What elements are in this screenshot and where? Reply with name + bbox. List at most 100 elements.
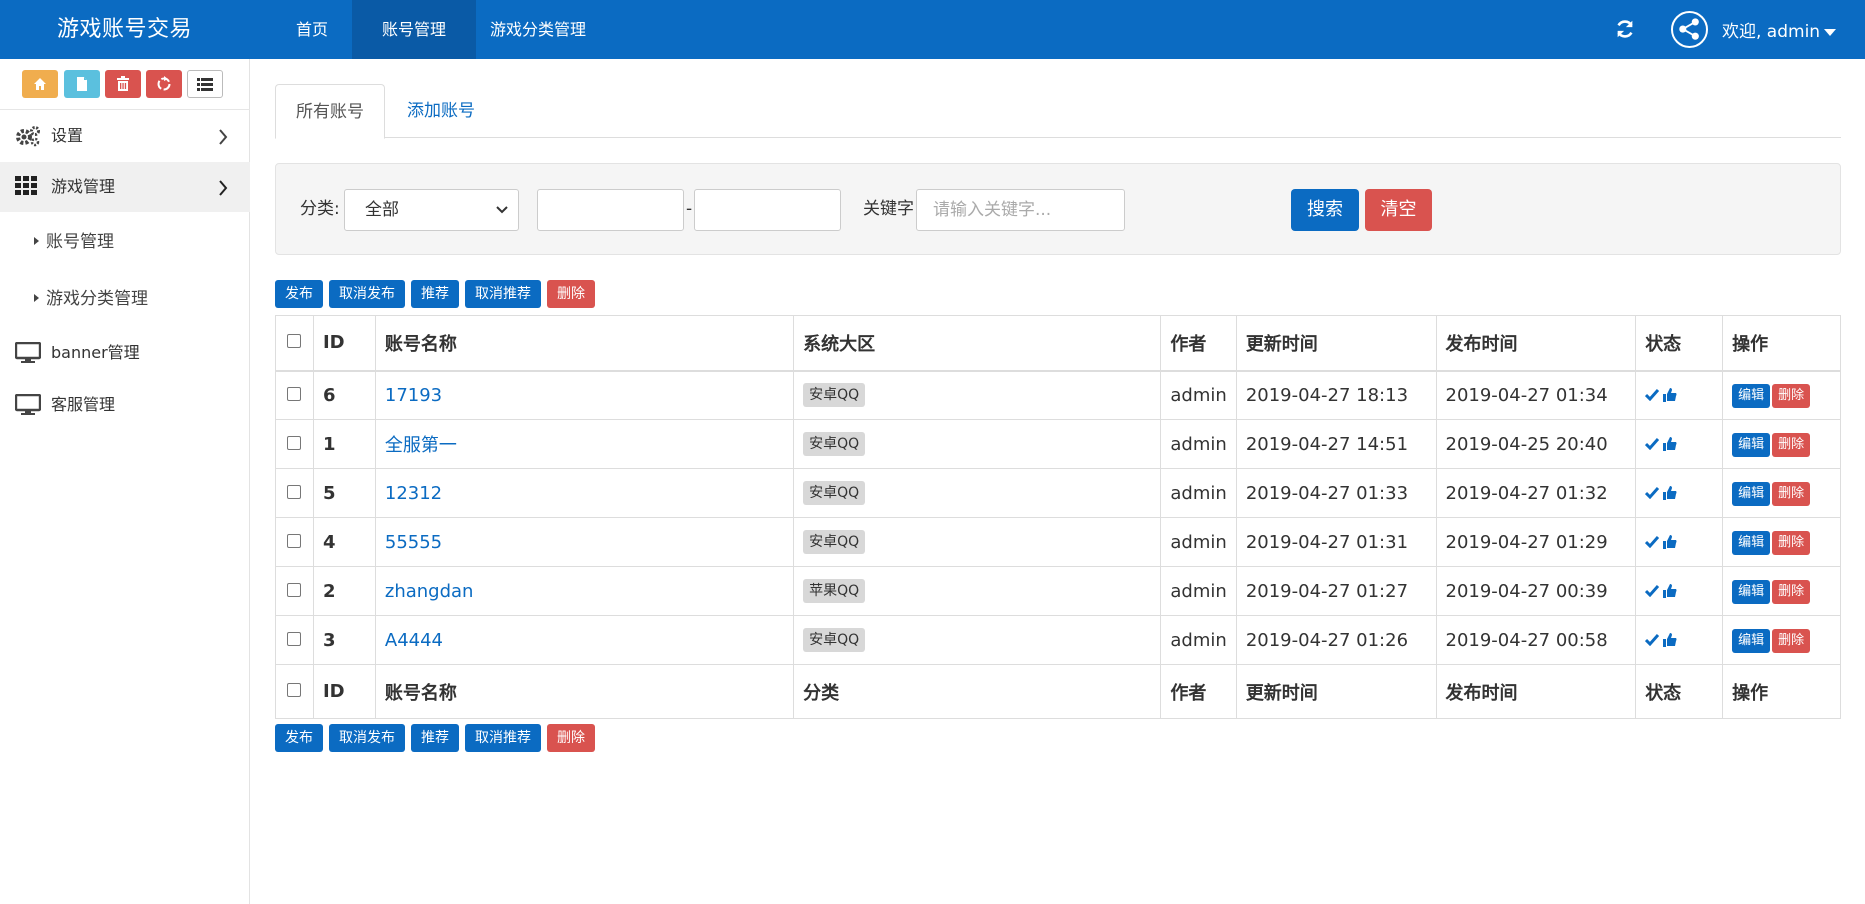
- nav-account-management[interactable]: 账号管理: [352, 0, 477, 59]
- cell-author: admin: [1160, 517, 1237, 567]
- footer-status: 状态: [1635, 664, 1724, 719]
- delete-button[interactable]: 删除: [1772, 383, 1811, 408]
- edit-button[interactable]: 编辑: [1732, 579, 1771, 604]
- row-checkbox[interactable]: [287, 533, 302, 548]
- quick-trash-button[interactable]: [105, 70, 141, 98]
- sidebar-subitem-game-category-management[interactable]: 游戏分类管理: [0, 274, 250, 324]
- row-checkbox[interactable]: [287, 582, 302, 597]
- category-select[interactable]: 全部: [344, 189, 519, 231]
- thumbs-up-icon[interactable]: [1663, 485, 1677, 500]
- category-label: 分类:: [300, 199, 340, 219]
- delete-button[interactable]: 删除: [1772, 579, 1811, 604]
- recommend-button[interactable]: 推荐: [411, 280, 459, 308]
- delete-button[interactable]: 删除: [1772, 530, 1811, 555]
- sidebar-item-settings[interactable]: 设置: [0, 111, 250, 161]
- end-date-input[interactable]: [694, 189, 841, 231]
- nav-home[interactable]: 首页: [272, 0, 352, 59]
- account-name-link[interactable]: 17193: [385, 385, 442, 406]
- thumbs-up-icon[interactable]: [1663, 436, 1677, 451]
- delete-button[interactable]: 删除: [1772, 628, 1811, 653]
- user-menu[interactable]: 欢迎, admin: [1722, 0, 1837, 64]
- delete-button[interactable]: 删除: [1772, 432, 1811, 457]
- brand-title[interactable]: 游戏账号交易: [57, 0, 192, 59]
- check-icon[interactable]: [1645, 535, 1660, 548]
- keyword-input[interactable]: 请输入关键字...: [916, 189, 1125, 231]
- thumbs-up-icon[interactable]: [1663, 387, 1677, 402]
- table-row: 3 A4444 安卓QQ admin 2019-04-27 01:26 2019…: [275, 615, 1841, 665]
- region-badge: 安卓QQ: [803, 432, 866, 456]
- unrecommend-button[interactable]: 取消推荐: [465, 280, 541, 308]
- edit-button[interactable]: 编辑: [1732, 383, 1771, 408]
- search-button[interactable]: 搜索: [1291, 189, 1359, 231]
- select-all-checkbox-footer[interactable]: [287, 683, 302, 697]
- row-checkbox[interactable]: [287, 435, 302, 450]
- footer-updated: 更新时间: [1235, 664, 1437, 719]
- cell-author: admin: [1160, 566, 1237, 616]
- select-all-checkbox[interactable]: [287, 334, 302, 349]
- cell-published: 2019-04-27 00:39: [1435, 566, 1637, 616]
- clear-button[interactable]: 清空: [1365, 189, 1432, 231]
- quick-home-button[interactable]: [22, 70, 58, 98]
- footer-category: 分类: [793, 664, 1162, 719]
- cell-updated: 2019-04-27 01:33: [1235, 468, 1437, 518]
- sidebar-subitem-account-management[interactable]: 账号管理: [0, 217, 250, 267]
- publish-button[interactable]: 发布: [275, 280, 323, 308]
- thumbs-up-icon[interactable]: [1663, 632, 1677, 647]
- account-name-link[interactable]: A4444: [385, 630, 443, 651]
- edit-button[interactable]: 编辑: [1732, 432, 1771, 457]
- cell-author: admin: [1160, 370, 1237, 420]
- status-indicators: [1645, 632, 1677, 647]
- publish-button[interactable]: 发布: [275, 724, 323, 752]
- delete-button[interactable]: 删除: [1772, 481, 1811, 506]
- quick-recycle-button[interactable]: [146, 70, 182, 98]
- table-row: 2 zhangdan 苹果QQ admin 2019-04-27 01:27 2…: [275, 566, 1841, 616]
- status-indicators: [1645, 583, 1677, 598]
- cell-published: 2019-04-27 01:29: [1435, 517, 1637, 567]
- account-name-link[interactable]: zhangdan: [385, 581, 474, 602]
- thumbs-up-icon[interactable]: [1663, 583, 1677, 598]
- cell-id: 4: [312, 517, 376, 567]
- row-checkbox[interactable]: [287, 484, 302, 499]
- start-date-input[interactable]: [537, 189, 684, 231]
- status-indicators: [1645, 534, 1677, 549]
- sidebar-item-customer-service[interactable]: 客服管理: [0, 380, 250, 430]
- tab-all-accounts[interactable]: 所有账号: [275, 84, 385, 139]
- quick-toolbar: [0, 70, 250, 100]
- account-name-link[interactable]: 55555: [385, 532, 442, 553]
- table-footer-row: ID 账号名称 分类 作者 更新时间 发布时间 状态 操作: [275, 664, 1841, 719]
- sidebar-item-game-management[interactable]: 游戏管理: [0, 162, 250, 212]
- share-avatar-icon[interactable]: [1671, 11, 1708, 48]
- recommend-button[interactable]: 推荐: [411, 724, 459, 752]
- main-nav: 首页 账号管理 游戏分类管理: [272, 0, 600, 59]
- check-icon[interactable]: [1645, 584, 1660, 597]
- header-author: 作者: [1160, 315, 1237, 372]
- category-select-value: 全部: [365, 200, 399, 220]
- check-icon[interactable]: [1645, 633, 1660, 646]
- cell-updated: 2019-04-27 14:51: [1235, 419, 1437, 469]
- thumbs-up-icon[interactable]: [1663, 534, 1677, 549]
- quick-list-button[interactable]: [187, 70, 223, 98]
- check-icon[interactable]: [1645, 486, 1660, 499]
- edit-button[interactable]: 编辑: [1732, 628, 1771, 653]
- edit-button[interactable]: 编辑: [1732, 530, 1771, 555]
- row-checkbox[interactable]: [287, 386, 302, 401]
- row-checkbox[interactable]: [287, 631, 302, 646]
- monitor-icon: [15, 342, 41, 363]
- refresh-icon[interactable]: [1614, 18, 1636, 40]
- account-name-link[interactable]: 12312: [385, 483, 442, 504]
- unpublish-button[interactable]: 取消发布: [329, 280, 405, 308]
- unrecommend-button[interactable]: 取消推荐: [465, 724, 541, 752]
- content-tabs: 所有账号 添加账号: [275, 84, 1841, 139]
- nav-game-category-management[interactable]: 游戏分类管理: [476, 0, 600, 59]
- tab-add-account[interactable]: 添加账号: [407, 84, 475, 139]
- edit-button[interactable]: 编辑: [1732, 481, 1771, 506]
- sidebar-item-banner[interactable]: banner管理: [0, 328, 250, 378]
- bulk-delete-button[interactable]: 删除: [547, 280, 595, 308]
- account-name-link[interactable]: 全服第一: [385, 435, 457, 456]
- bulk-delete-button[interactable]: 删除: [547, 724, 595, 752]
- cell-updated: 2019-04-27 18:13: [1235, 370, 1437, 420]
- quick-file-button[interactable]: [64, 70, 100, 98]
- check-icon[interactable]: [1645, 437, 1660, 450]
- check-icon[interactable]: [1645, 388, 1660, 401]
- unpublish-button[interactable]: 取消发布: [329, 724, 405, 752]
